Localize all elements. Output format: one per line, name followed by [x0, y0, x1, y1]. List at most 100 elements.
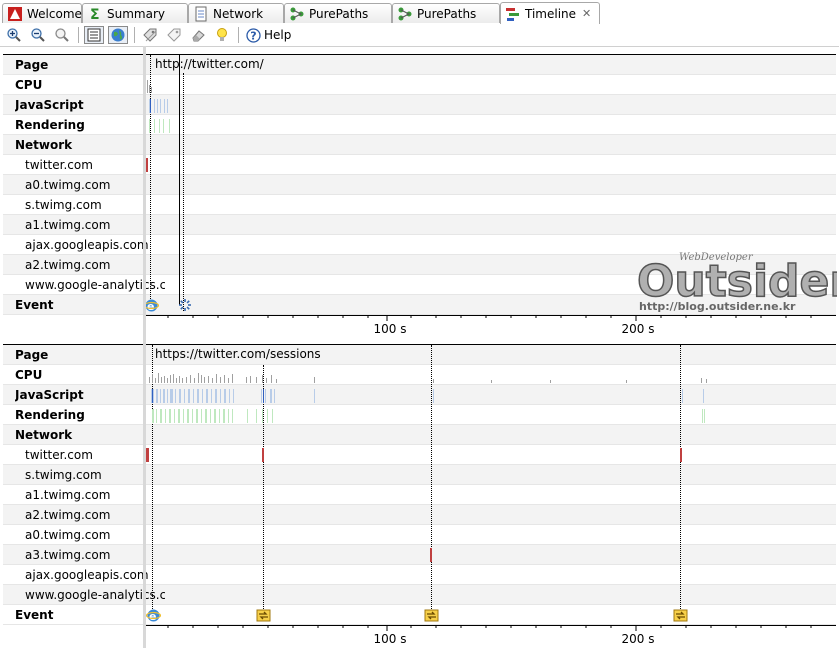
globe-button[interactable]: [108, 26, 128, 44]
row-host[interactable]: twitter.com: [3, 155, 836, 175]
zoom-reset-icon: [55, 28, 69, 42]
toolbar-separator: [134, 27, 135, 43]
tab-label: Network: [213, 6, 264, 21]
help-button[interactable]: ? Help: [246, 26, 291, 44]
request-bar[interactable]: [262, 448, 264, 462]
request-bar[interactable]: [680, 448, 682, 462]
tab-welcome[interactable]: Welcome: [2, 3, 82, 23]
row-page: Page: [3, 345, 836, 365]
label-column-splitter[interactable]: [143, 46, 146, 648]
ie-event-icon[interactable]: e: [145, 608, 162, 626]
tick-label: 100 s: [373, 322, 407, 336]
row-host[interactable]: s.twimg.com: [3, 465, 836, 485]
row-host[interactable]: s.twimg.com: [3, 195, 836, 215]
load-marker: [183, 73, 184, 311]
axis-ticks: [143, 315, 812, 321]
list-view-button[interactable]: [84, 26, 104, 44]
list-view-icon: [87, 28, 101, 42]
purepath-icon: [289, 6, 305, 22]
activity-marks: [149, 373, 707, 423]
refresh-event-icon[interactable]: [256, 608, 271, 626]
time-axis-1: 100 s 200 s: [3, 315, 836, 345]
row-host[interactable]: twitter.com: [3, 445, 836, 465]
page-url: http://twitter.com/: [155, 57, 264, 71]
axis-ticks: [143, 625, 812, 631]
request-bar[interactable]: [146, 158, 148, 172]
zoom-out-button[interactable]: [28, 26, 48, 44]
row-label: CPU: [15, 78, 43, 92]
tab-label: Timeline: [525, 6, 577, 21]
tab-purepaths-2[interactable]: PurePaths: [392, 3, 500, 23]
row-host[interactable]: a1.twimg.com: [3, 485, 836, 505]
timeline-panel-2: Page CPU JavaScript Rendering Network tw…: [3, 345, 836, 625]
toolbar-separator: [238, 27, 239, 43]
tag-outline-icon: [167, 28, 181, 42]
eraser-icon: [192, 30, 205, 42]
help-icon: ?: [246, 27, 261, 43]
tag-icon: [143, 28, 157, 42]
lightbulb-icon: [217, 28, 227, 41]
row-label: Event: [15, 608, 54, 622]
tick-label: 200 s: [621, 632, 655, 646]
row-event: Event: [3, 605, 836, 625]
tick-label: 200 s: [621, 322, 655, 336]
tag-button[interactable]: [140, 26, 160, 44]
zoom-out-icon: [31, 28, 45, 42]
row-page: Page: [3, 55, 836, 75]
row-host[interactable]: ajax.googleapis.com: [3, 565, 836, 585]
row-network: Network: [3, 425, 836, 445]
row-label: CPU: [15, 368, 43, 382]
tab-label: PurePaths: [417, 6, 477, 21]
watermark-url-text: http://blog.outsider.ne.kr: [639, 300, 796, 313]
row-label: JavaScript: [15, 388, 84, 402]
svg-text:Σ: Σ: [90, 7, 100, 22]
tab-label: Summary: [107, 6, 165, 21]
row-host[interactable]: a0.twimg.com: [3, 175, 836, 195]
row-label: Page: [15, 58, 49, 72]
row-host[interactable]: a2.twimg.com: [3, 505, 836, 525]
row-host[interactable]: a3.twimg.com: [3, 545, 836, 565]
close-icon[interactable]: ✕: [582, 7, 591, 20]
zoom-in-icon: [7, 28, 21, 42]
row-javascript: JavaScript: [3, 95, 836, 115]
timeline-icon: [505, 6, 521, 22]
zoom-in-button[interactable]: [4, 26, 24, 44]
row-host[interactable]: a0.twimg.com: [3, 525, 836, 545]
time-cursor[interactable]: [179, 55, 180, 305]
row-rendering: Rendering: [3, 115, 836, 135]
request-bar[interactable]: [430, 548, 432, 562]
lightbulb-button[interactable]: [212, 26, 232, 44]
tab-label: Welcome: [27, 6, 82, 21]
toolbar-separator: [78, 27, 79, 43]
page-url: https://twitter.com/sessions: [155, 347, 321, 361]
timeline-toolbar: ? Help: [0, 24, 839, 47]
sigma-icon: Σ: [87, 6, 103, 22]
row-label: Page: [15, 348, 49, 362]
tab-summary[interactable]: Σ Summary: [82, 3, 188, 23]
eraser-button[interactable]: [188, 26, 208, 44]
row-label: JavaScript: [15, 98, 84, 112]
ie-event-icon[interactable]: e: [143, 298, 160, 316]
time-axis-2: 100 s 200 s: [3, 625, 836, 648]
row-label: Network: [15, 428, 73, 442]
refresh-event-icon[interactable]: [424, 608, 439, 626]
row-label: Rendering: [15, 118, 85, 132]
tick-label: 100 s: [373, 632, 407, 646]
zoom-reset-button[interactable]: [52, 26, 72, 44]
help-label: Help: [264, 28, 292, 42]
tab-timeline[interactable]: Timeline ✕: [500, 2, 600, 24]
globe-icon: [111, 28, 125, 42]
loading-spinner-icon: [178, 298, 192, 315]
watermark: WebDeveloper Outsider http://blog.outsid…: [636, 248, 839, 314]
welcome-icon: [7, 6, 23, 22]
purepath-icon: [397, 6, 413, 22]
refresh-event-icon[interactable]: [673, 608, 688, 626]
tab-network[interactable]: Network: [188, 3, 284, 23]
activity-marks: [147, 80, 170, 133]
tag-outline-button[interactable]: [164, 26, 184, 44]
row-cpu: CPU: [3, 75, 836, 95]
row-host[interactable]: www.google-analytics.com: [3, 585, 836, 605]
row-network: Network: [3, 135, 836, 155]
tab-purepaths-1[interactable]: PurePaths: [284, 3, 392, 23]
row-host[interactable]: a1.twimg.com: [3, 215, 836, 235]
